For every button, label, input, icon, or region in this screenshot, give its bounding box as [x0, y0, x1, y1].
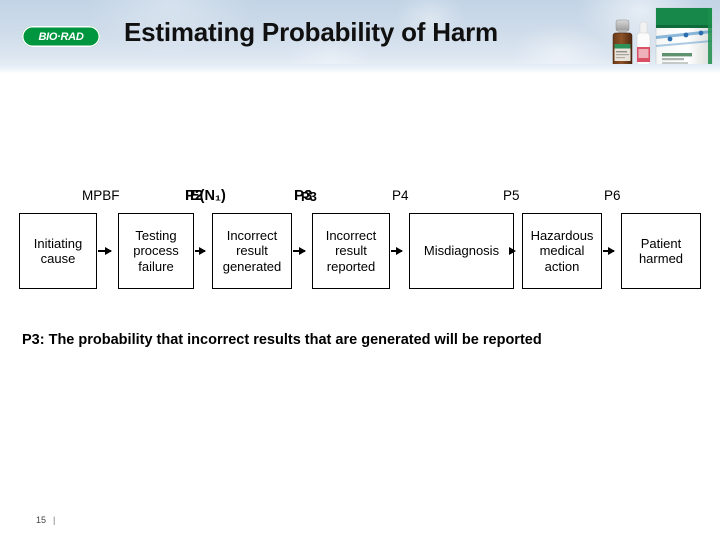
flow-label-p2-overlapping[interactable]: P2 E(N₁): [185, 186, 255, 206]
flow-box-incorrect-result-reported[interactable]: Incorrect result reported: [312, 213, 390, 289]
flow-arrow-1: [98, 246, 112, 255]
footer-separator: |: [53, 515, 56, 525]
flow-label-p5: P5: [503, 188, 520, 203]
page-title: Estimating Probability of Harm: [124, 17, 498, 47]
slide-footer: 15 |: [36, 515, 55, 525]
flow-box-patient-harmed[interactable]: Patient harmed: [621, 213, 701, 289]
flow-box-misdiagnosis[interactable]: Misdiagnosis: [409, 213, 514, 289]
flow-label-p2-overlay-expected-n: E(N₁): [190, 188, 226, 204]
slide-number: 15: [36, 515, 47, 525]
header-fade-divider: [0, 64, 720, 74]
flow-box-hazardous-medical-action[interactable]: Hazardous medical action: [522, 213, 602, 289]
flow-label-p3-overlapping[interactable]: P3 P3: [294, 186, 334, 206]
flow-label-mpbf: MPBF: [82, 188, 120, 203]
flow-label-p6: P6: [604, 188, 621, 203]
probability-of-harm-flow-diagram: MPBF P2 E(N₁) P3 P3 P4 P5 P6 Initiating …: [0, 0, 720, 540]
flow-label-p4: P4: [392, 188, 409, 203]
flow-label-p3-overlay: P3: [301, 189, 317, 204]
flow-arrow-2: [195, 246, 206, 255]
slide-header-band: BIO·RAD Estimating Probability of Harm: [0, 0, 720, 72]
flow-box-initiating-cause[interactable]: Initiating cause: [19, 213, 97, 289]
flow-arrow-3: [293, 246, 306, 255]
caption-p3-definition: P3: The probability that incorrect resul…: [22, 332, 542, 348]
bio-rad-logo-text: BIO·RAD: [38, 30, 84, 43]
bio-rad-logo: BIO·RAD: [22, 26, 100, 47]
product-photo: [600, 0, 720, 72]
flow-box-incorrect-result-generated[interactable]: Incorrect result generated: [212, 213, 292, 289]
flow-box-testing-process-failure[interactable]: Testing process failure: [118, 213, 194, 289]
flow-arrow-6: [603, 246, 615, 255]
flow-arrow-4: [391, 246, 403, 255]
